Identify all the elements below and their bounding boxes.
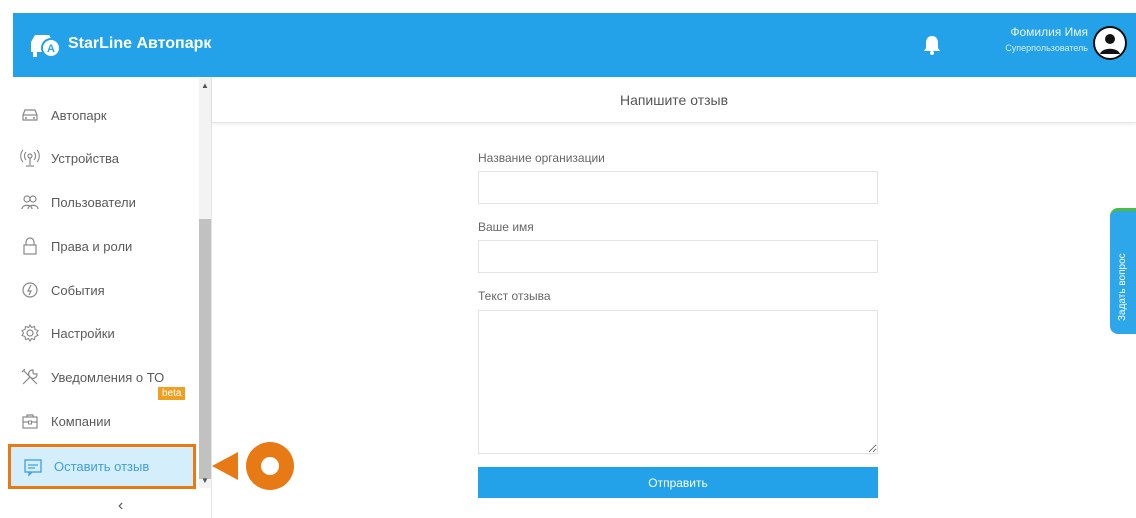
sidebar-item-label: Права и роли xyxy=(51,238,133,254)
sidebar-item-label: Настройки xyxy=(51,325,115,341)
header-bar: A StarLine Автопарк Фомилия Имя Суперпол… xyxy=(13,13,1136,77)
sidebar-item-autopark[interactable]: Автопарк xyxy=(13,95,198,135)
car-icon xyxy=(19,104,41,126)
avatar-icon[interactable] xyxy=(1093,26,1127,60)
bell-icon[interactable] xyxy=(923,35,941,55)
page-title: Напишите отзыв xyxy=(212,77,1136,123)
collapse-sidebar-button[interactable]: ‹ xyxy=(118,497,123,515)
svg-text:A: A xyxy=(47,43,55,55)
feedback-textarea[interactable] xyxy=(478,310,878,454)
sidebar-item-users[interactable]: Пользователи xyxy=(13,182,198,222)
sidebar-item-devices[interactable]: Устройства xyxy=(13,138,198,178)
events-icon xyxy=(19,279,41,301)
ask-question-label: Задать вопрос xyxy=(1117,253,1128,321)
sidebar-scrollbar-thumb[interactable] xyxy=(199,219,211,479)
sidebar-item-label: Оставить отзыв xyxy=(54,459,150,474)
sidebar-item-label: Пользователи xyxy=(51,194,136,210)
sidebar-item-label: Устройства xyxy=(51,150,120,166)
sidebar-item-settings[interactable]: Настройки xyxy=(13,313,198,353)
car-logo-icon: A xyxy=(31,35,61,58)
sidebar-item-feedback[interactable]: Оставить отзыв xyxy=(8,444,196,489)
topbar: A StarLine Автопарк Фомилия Имя Суперпол… xyxy=(0,0,1136,77)
app-brand[interactable]: StarLine Автопарк xyxy=(68,35,211,53)
feedback-icon xyxy=(22,456,44,478)
sidebar-item-label: Автопарк xyxy=(51,107,107,123)
ask-question-tab[interactable]: Задать вопрос xyxy=(1110,208,1136,334)
sidebar-item-rights[interactable]: Права и роли xyxy=(13,226,198,266)
gear-icon xyxy=(19,322,41,344)
sidebar: Автопарк Устройства Пользователи Права и… xyxy=(0,77,212,518)
user-role: Суперпользователь xyxy=(1005,43,1088,53)
company-icon xyxy=(19,410,41,432)
scroll-down-icon[interactable]: ▼ xyxy=(201,476,209,485)
name-label: Ваше имя xyxy=(478,220,534,234)
sidebar-item-events[interactable]: События xyxy=(13,270,198,310)
scroll-up-icon[interactable]: ▲ xyxy=(201,81,209,90)
submit-button[interactable]: Отправить xyxy=(478,467,878,498)
org-label: Название организации xyxy=(478,151,605,165)
text-label: Текст отзыва xyxy=(478,289,551,303)
users-icon xyxy=(19,191,41,213)
user-name[interactable]: Фомилия Имя xyxy=(978,25,1088,39)
beta-badge: beta xyxy=(158,387,186,400)
pointer-arrow-icon xyxy=(212,442,294,490)
sidebar-item-label: Компании xyxy=(51,413,111,429)
organization-input[interactable] xyxy=(478,171,878,204)
name-input[interactable] xyxy=(478,240,878,273)
sidebar-item-label: События xyxy=(51,282,105,298)
sidebar-item-companies[interactable]: Компании xyxy=(13,401,198,441)
app-frame: A StarLine Автопарк Фомилия Имя Суперпол… xyxy=(0,0,1136,518)
sidebar-item-label: Уведомления о ТО xyxy=(51,369,165,385)
wrench-icon xyxy=(19,366,41,388)
device-signal-icon xyxy=(19,147,41,169)
lock-icon xyxy=(19,235,41,257)
